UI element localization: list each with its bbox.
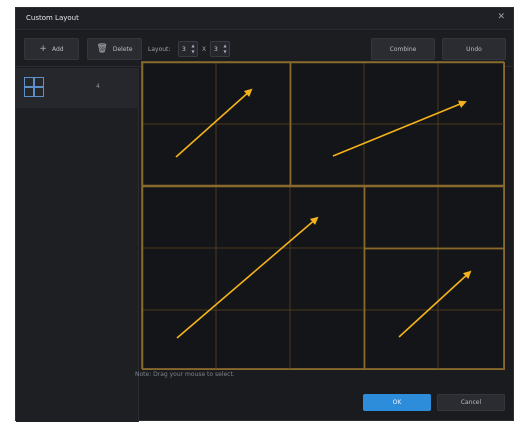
close-icon[interactable]: ✕ (497, 12, 505, 22)
undo-label: Undo (466, 45, 482, 53)
list-item[interactable]: 4 (16, 68, 139, 108)
add-label: Add (51, 45, 64, 53)
hint-text: Note: Drag your mouse to select. (135, 371, 235, 378)
layout-grid-canvas (141, 61, 506, 371)
delete-button[interactable]: 🗑 Delete (87, 38, 142, 60)
combine-button[interactable]: Combine (371, 38, 435, 60)
combine-label: Combine (389, 45, 417, 53)
stepper-arrows-icon[interactable]: ▲ ▼ (190, 43, 196, 55)
undo-button[interactable]: Undo (442, 38, 506, 60)
cancel-button[interactable]: Cancel (437, 394, 505, 411)
cols-value: 3 (214, 45, 218, 53)
title-bar: Custom Layout ✕ (16, 8, 513, 30)
layout-grid[interactable] (141, 61, 506, 371)
delete-label: Delete (112, 45, 133, 53)
plus-icon: + (39, 44, 47, 54)
add-button[interactable]: + Add (24, 38, 79, 60)
cols-stepper[interactable]: 3 ▲ ▼ (210, 41, 230, 57)
stepper-arrows-icon[interactable]: ▲ ▼ (222, 43, 228, 55)
ok-button[interactable]: OK (363, 394, 431, 411)
custom-layout-dialog: Custom Layout ✕ + Add 🗑 Delete Layout: 3… (15, 7, 514, 422)
trash-icon: 🗑 (96, 44, 108, 54)
x-label: X (202, 46, 207, 53)
rows-value: 3 (182, 45, 186, 53)
layout-count: 4 (96, 83, 100, 90)
layout-label: Layout: (148, 46, 171, 53)
layout-list: 4 (16, 68, 139, 422)
rows-stepper[interactable]: 3 ▲ ▼ (178, 41, 198, 57)
dialog-title: Custom Layout (26, 14, 79, 22)
layout-grid-icon (24, 77, 44, 97)
